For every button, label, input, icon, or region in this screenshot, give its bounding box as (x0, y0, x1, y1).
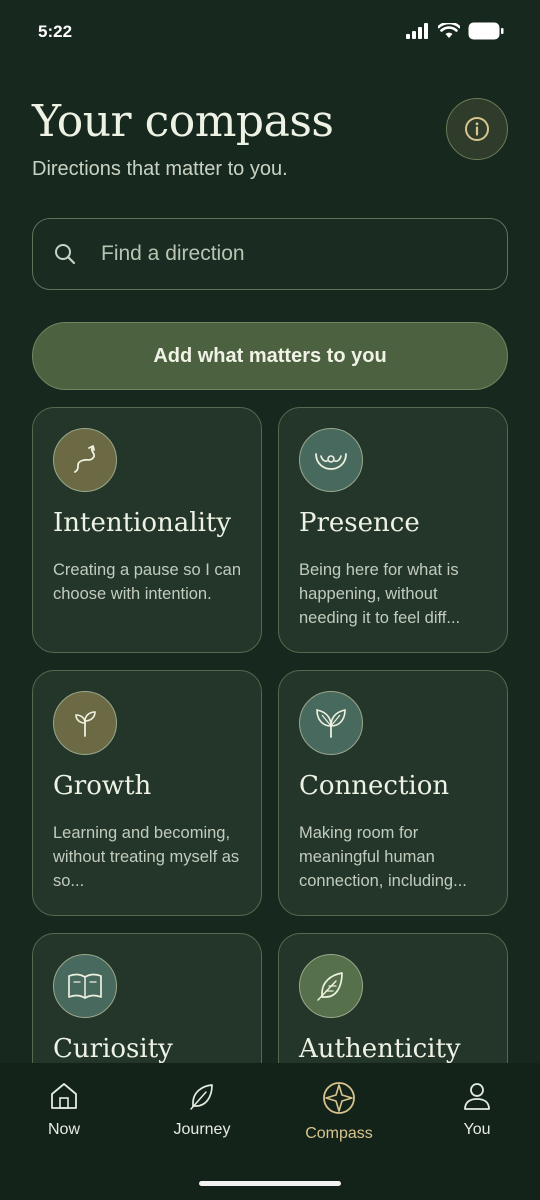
home-icon (51, 1083, 77, 1109)
battery-icon (468, 22, 504, 40)
search-placeholder: Find a direction (101, 242, 245, 265)
home-indicator[interactable] (199, 1181, 341, 1186)
person-icon (464, 1083, 490, 1110)
info-button[interactable] (446, 98, 508, 160)
status-icons (406, 22, 504, 40)
card-connection[interactable]: Connection Making room for meaningful hu… (278, 670, 508, 916)
compass-icon (323, 1082, 355, 1114)
status-bar: 5:22 (0, 0, 540, 64)
status-time: 5:22 (38, 22, 73, 41)
card-intentionality[interactable]: Intentionality Creating a pause so I can… (32, 407, 262, 653)
directions-grid: Intentionality Creating a pause so I can… (32, 407, 508, 1063)
signal-icon (406, 23, 428, 39)
leaves-icon (299, 691, 363, 755)
card-description: Learning and becoming, without treating … (53, 824, 240, 890)
card-authenticity[interactable]: Authenticity (278, 933, 508, 1063)
book-icon (53, 954, 117, 1018)
card-description: Being here for what is happening, withou… (299, 561, 461, 627)
card-title: Curiosity (53, 1034, 173, 1063)
tab-compass[interactable]: Compass (279, 1081, 399, 1143)
tab-label: You (463, 1121, 491, 1138)
search-input[interactable]: Find a direction (32, 218, 508, 290)
tab-label: Journey (173, 1121, 231, 1138)
card-title: Growth (53, 771, 152, 801)
tab-bar: Now Journey Compass You (0, 1063, 540, 1200)
sprout-icon (53, 691, 117, 755)
path-icon (53, 428, 117, 492)
feather-icon (299, 954, 363, 1018)
card-curiosity[interactable]: Curiosity (32, 933, 262, 1063)
card-description: Making room for meaningful human connect… (299, 824, 467, 890)
search-icon (55, 244, 76, 265)
card-description: Creating a pause so I can choose with in… (53, 561, 242, 603)
tab-label: Now (47, 1121, 80, 1138)
card-growth[interactable]: Growth Learning and becoming, without tr… (32, 670, 262, 916)
card-presence[interactable]: Presence Being here for what is happenin… (278, 407, 508, 653)
hands-icon (299, 428, 363, 492)
card-title: Authenticity (299, 1034, 461, 1063)
tab-journey[interactable]: Journey (142, 1081, 262, 1139)
add-what-matters-button[interactable]: Add what matters to you (32, 322, 508, 390)
tab-you[interactable]: You (417, 1081, 537, 1139)
wifi-icon (438, 23, 460, 38)
tab-now[interactable]: Now (4, 1081, 124, 1139)
info-icon (465, 117, 489, 141)
page-title: Your compass (32, 96, 334, 147)
card-title: Presence (299, 508, 420, 538)
card-title: Connection (299, 771, 450, 801)
card-title: Intentionality (53, 508, 232, 538)
leaf-icon (190, 1084, 213, 1110)
page-subtitle: Directions that matter to you. (32, 158, 288, 180)
tab-label: Compass (305, 1125, 373, 1142)
